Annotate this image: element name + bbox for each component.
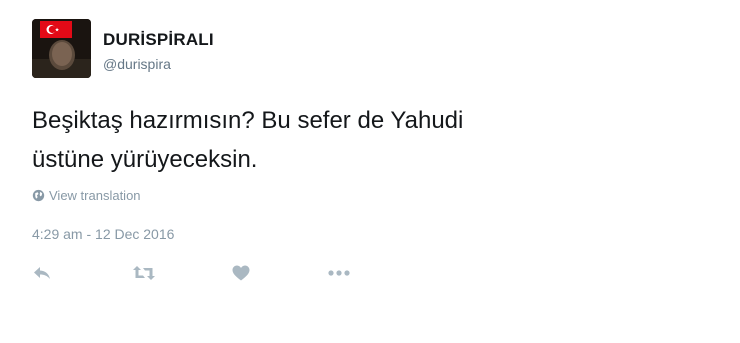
- retweet-button[interactable]: [132, 262, 156, 284]
- reply-button[interactable]: [32, 262, 52, 284]
- avatar[interactable]: [32, 19, 91, 78]
- tweet-text: Beşiktaş hazırmısın? Bu sefer de Yahudi …: [32, 101, 692, 179]
- display-name[interactable]: DURİSPİRALI: [103, 30, 214, 50]
- more-options-button[interactable]: [328, 262, 350, 284]
- globe-icon: [32, 189, 45, 202]
- tweet-text-line: üstüne yürüyeceksin.: [32, 146, 258, 173]
- tweet-text-line: Beşiktaş hazırmısın? Bu sefer de Yahudi: [32, 107, 464, 134]
- more-dots-icon: [328, 270, 350, 276]
- tweet-timestamp[interactable]: 4:29 am - 12 Dec 2016: [32, 226, 174, 242]
- heart-icon: [232, 265, 250, 281]
- avatar-image: [32, 19, 91, 78]
- tweet-card: DURİSPİRALI @durispira Beşiktaş hazırmıs…: [0, 0, 740, 343]
- reply-icon: [34, 267, 50, 279]
- view-translation-label: View translation: [49, 188, 141, 203]
- view-translation-link[interactable]: View translation: [32, 188, 141, 203]
- user-handle[interactable]: @durispira: [103, 56, 171, 72]
- retweet-icon: [133, 266, 155, 280]
- like-button[interactable]: [232, 262, 250, 284]
